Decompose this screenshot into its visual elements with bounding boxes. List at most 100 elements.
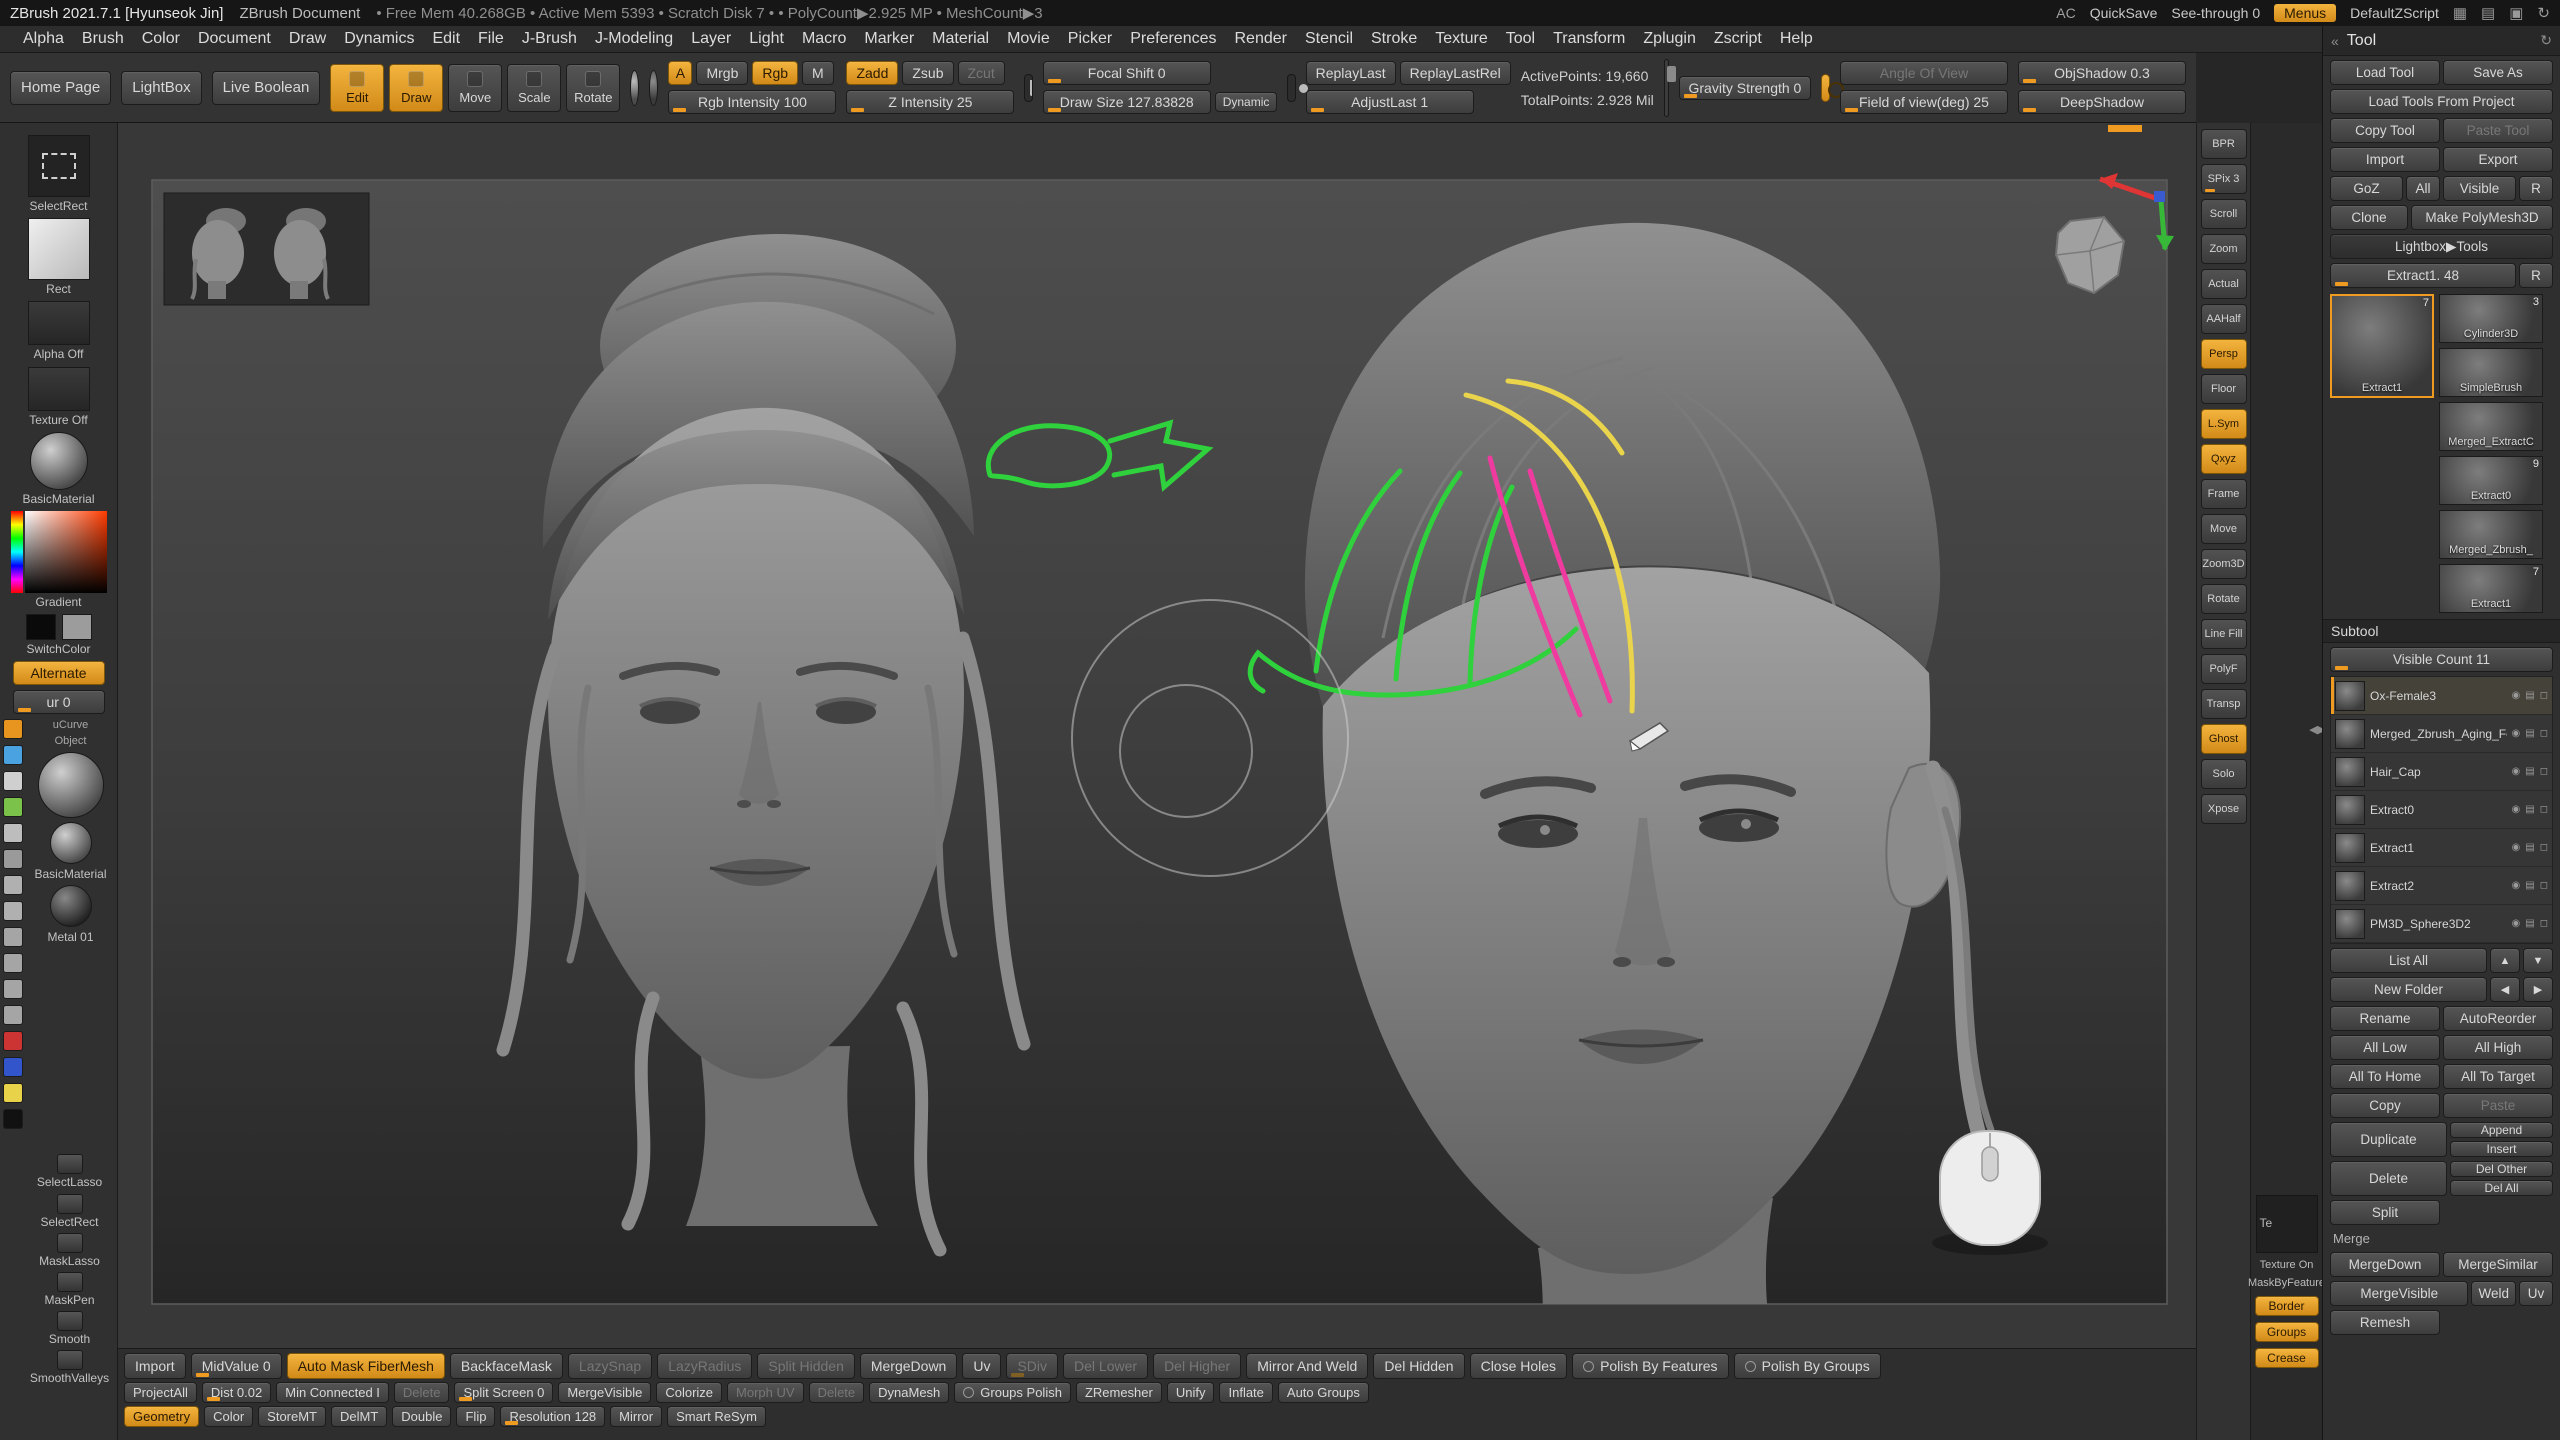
- mrgb-button[interactable]: Mrgb: [696, 61, 748, 85]
- texture-off-selector[interactable]: [28, 367, 90, 411]
- menu-item[interactable]: Stencil: [1296, 28, 1362, 50]
- eye-icon[interactable]: ◉: [2512, 880, 2521, 891]
- deepshadow-slider[interactable]: DeepShadow: [2018, 90, 2186, 114]
- brush-preview-sphere[interactable]: [38, 752, 104, 818]
- layers-icon[interactable]: ▤: [2525, 728, 2534, 739]
- mode-button[interactable]: Draw: [389, 64, 443, 112]
- mergedown-button[interactable]: MergeDown: [2330, 1252, 2440, 1277]
- eye-icon[interactable]: ◉: [2512, 766, 2521, 777]
- brush-item[interactable]: MaskPen: [30, 1272, 109, 1307]
- frame-icon[interactable]: ◻: [2540, 880, 2548, 891]
- material2-selector[interactable]: [50, 822, 92, 864]
- object-label[interactable]: Object: [55, 735, 87, 747]
- mode-button[interactable]: Scale: [507, 64, 561, 112]
- bottom-button[interactable]: Del Higher: [1153, 1353, 1241, 1379]
- tool-thumbnail[interactable]: 9 Extract0: [2439, 456, 2543, 505]
- bottom-button[interactable]: Flip: [456, 1406, 495, 1427]
- bottom-button[interactable]: Import: [124, 1353, 186, 1379]
- redo-icon[interactable]: [3, 901, 23, 921]
- bottom-button[interactable]: Geometry: [124, 1406, 199, 1427]
- tool-thumbnail[interactable]: SimpleBrush: [2439, 348, 2543, 397]
- subtool-row[interactable]: Ox-Female3 ◉ ▤ ◻: [2331, 677, 2552, 715]
- draw-size-slider[interactable]: Draw Size 127.83828: [1043, 90, 1211, 114]
- home-page-button[interactable]: Home Page: [10, 71, 111, 105]
- shelf-icon-button[interactable]: Transp: [2201, 689, 2247, 719]
- replay-stroke-icon[interactable]: [1287, 74, 1295, 102]
- menu-item[interactable]: J-Brush: [513, 28, 586, 50]
- subtool-section-header[interactable]: Subtool: [2323, 619, 2560, 643]
- remesh-button[interactable]: Remesh: [2330, 1310, 2440, 1335]
- duplicate-button[interactable]: Duplicate: [2330, 1122, 2447, 1157]
- frame-icon[interactable]: ◻: [2540, 842, 2548, 853]
- current-tool-slider[interactable]: Extract1. 48: [2330, 263, 2516, 288]
- cursor-icon[interactable]: [3, 771, 23, 791]
- bottom-button[interactable]: Dist 0.02: [202, 1382, 271, 1403]
- switch-color[interactable]: [26, 614, 92, 640]
- menu-item[interactable]: Render: [1225, 28, 1295, 50]
- bottom-button[interactable]: Polish By Groups: [1734, 1353, 1881, 1379]
- quicksave-button[interactable]: QuickSave: [2090, 5, 2158, 21]
- shelf-icon-button[interactable]: Zoom: [2201, 234, 2247, 264]
- bottom-button[interactable]: DelMT: [331, 1406, 387, 1427]
- layers-icon[interactable]: ▤: [2525, 766, 2534, 777]
- del-other-button[interactable]: Del Other: [2450, 1161, 2553, 1177]
- copy-button[interactable]: Copy: [2330, 1093, 2440, 1118]
- bottom-button[interactable]: Inflate: [1219, 1382, 1272, 1403]
- frame-icon[interactable]: ◻: [2540, 728, 2548, 739]
- dot-icon[interactable]: [3, 849, 23, 869]
- menu-item[interactable]: Preferences: [1121, 28, 1225, 50]
- menus-button[interactable]: Menus: [2274, 4, 2336, 22]
- bottom-button[interactable]: Delete: [809, 1382, 865, 1403]
- shelf-icon-button[interactable]: Line Fill: [2201, 619, 2247, 649]
- texture-ball-icon[interactable]: [649, 70, 658, 106]
- m-button[interactable]: M: [802, 61, 834, 85]
- bottom-button[interactable]: Color: [204, 1406, 253, 1427]
- bottom-button[interactable]: Del Hidden: [1373, 1353, 1464, 1379]
- bulb-icon[interactable]: [3, 719, 23, 739]
- replay-last-rel-button[interactable]: ReplayLastRel: [1400, 61, 1511, 85]
- focal-falloff-icon[interactable]: [1024, 74, 1032, 102]
- folder-left-icon[interactable]: ◀: [2490, 977, 2520, 1002]
- bottom-button[interactable]: Close Holes: [1470, 1353, 1567, 1379]
- mode-button[interactable]: Rotate: [566, 64, 620, 112]
- zcut-button[interactable]: Zcut: [958, 61, 1005, 85]
- paint-a-button[interactable]: A: [668, 61, 692, 85]
- all-high-button[interactable]: All High: [2443, 1035, 2553, 1060]
- tray-refresh-icon[interactable]: ↻: [2540, 32, 2552, 49]
- dynamic-toggle[interactable]: Dynamic: [1215, 92, 1278, 112]
- eye-icon[interactable]: ◉: [2512, 804, 2521, 815]
- adjust-last-slider[interactable]: AdjustLast 1: [1306, 90, 1474, 114]
- bottom-button[interactable]: Auto Groups: [1278, 1382, 1369, 1403]
- color-picker[interactable]: [11, 511, 107, 593]
- shelf-icon-button[interactable]: Solo: [2201, 759, 2247, 789]
- window-layout-icon-2[interactable]: ▤: [2481, 4, 2495, 22]
- swatch-black-icon[interactable]: [3, 1109, 23, 1129]
- subtool-row[interactable]: Extract2 ◉ ▤ ◻: [2331, 867, 2552, 905]
- active-tool-thumbnail[interactable]: 7 Extract1: [2330, 294, 2434, 398]
- subtool-down-icon[interactable]: ▼: [2523, 948, 2553, 973]
- material-ball-icon[interactable]: [630, 70, 639, 106]
- bottom-button[interactable]: Groups Polish: [954, 1382, 1071, 1403]
- bottom-button[interactable]: LazyRadius: [657, 1353, 752, 1379]
- swatch-yellow-icon[interactable]: [3, 1083, 23, 1103]
- shelf-icon-button[interactable]: Zoom3D: [2201, 549, 2247, 579]
- shelf-icon-button[interactable]: BPR: [2201, 129, 2247, 159]
- bottom-button[interactable]: MergeDown: [860, 1353, 957, 1379]
- tool-r-button[interactable]: R: [2519, 263, 2553, 288]
- bottom-button[interactable]: Mirror: [610, 1406, 662, 1427]
- bottom-button[interactable]: Unify: [1167, 1382, 1215, 1403]
- bottom-button[interactable]: MergeVisible: [558, 1382, 651, 1403]
- tool-thumbnail[interactable]: Merged_ExtractC: [2439, 402, 2543, 451]
- menu-item[interactable]: Alpha: [14, 28, 73, 50]
- blur-slider[interactable]: ur 0: [13, 690, 105, 714]
- del-all-button[interactable]: Del All: [2450, 1180, 2553, 1196]
- mask-by-feature-button[interactable]: MaskByFeature: [2248, 1277, 2325, 1290]
- menu-item[interactable]: Help: [1771, 28, 1822, 50]
- all-to-target-button[interactable]: All To Target: [2443, 1064, 2553, 1089]
- bottom-button[interactable]: Smart ReSym: [667, 1406, 766, 1427]
- menu-item[interactable]: Picker: [1059, 28, 1121, 50]
- swatch-blue-icon[interactable]: [3, 1057, 23, 1077]
- alpha-off-selector[interactable]: [28, 301, 90, 345]
- bottom-button[interactable]: ZRemesher: [1076, 1382, 1162, 1403]
- menu-item[interactable]: Draw: [280, 28, 335, 50]
